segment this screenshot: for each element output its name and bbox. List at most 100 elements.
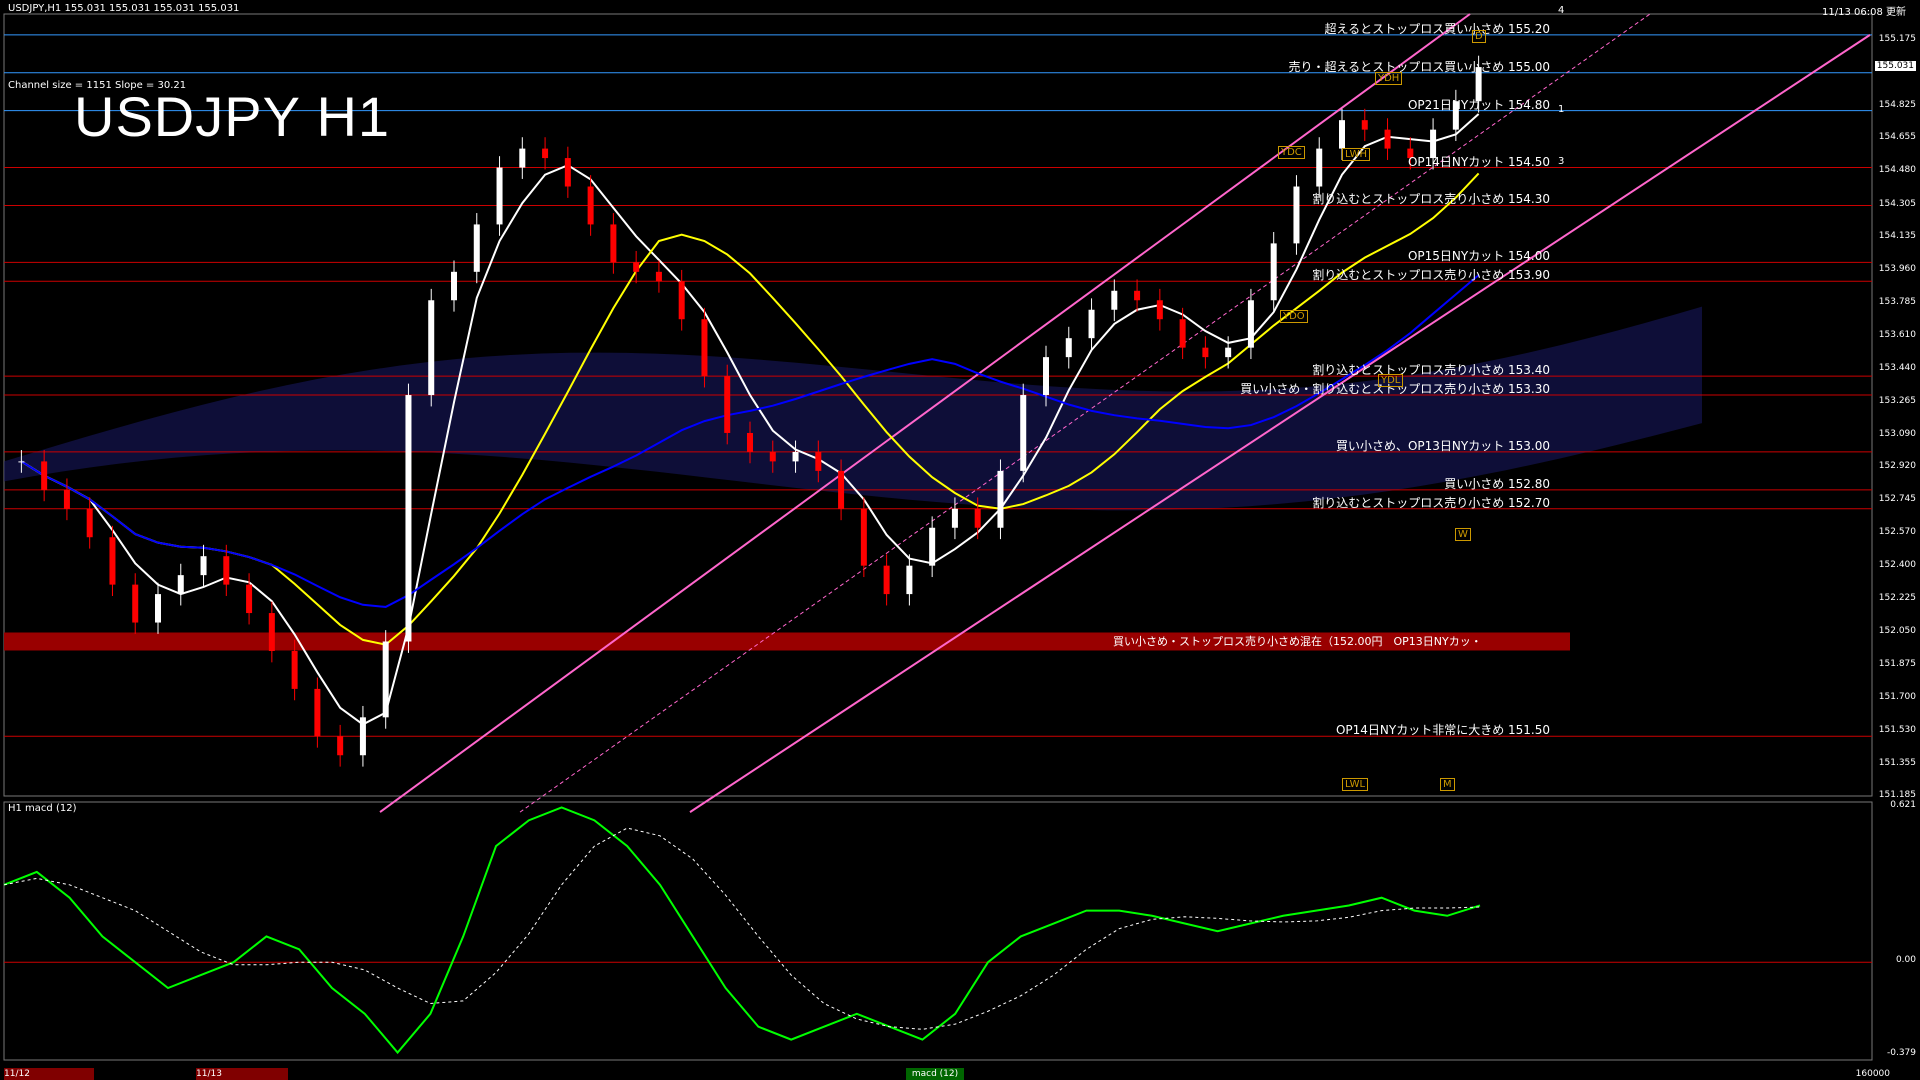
macd-axis-zero: 0.00 — [1895, 955, 1916, 965]
candle-body — [1339, 120, 1345, 149]
marker-w: W — [1455, 528, 1471, 541]
date-tab-1113[interactable]: 11/13 — [196, 1068, 288, 1080]
price-axis-tick: 153.090 — [1878, 428, 1916, 439]
price-axis-tick: 153.785 — [1878, 297, 1916, 308]
chart-title: USDJPY H1 — [74, 85, 391, 148]
candle-body — [1156, 300, 1163, 320]
chart-frame — [3, 13, 1873, 1061]
candle-body — [1179, 319, 1186, 348]
band-label: 買い小さめ・ストップロス売り小さめ混在（152.00円 OP13日NYカッ・ — [1113, 635, 1482, 649]
candle-body — [1247, 300, 1254, 348]
candle-body — [701, 319, 708, 377]
price-axis-tick: 154.305 — [1878, 198, 1916, 209]
level-label: 買い小さめ 152.80 — [1444, 476, 1550, 491]
price-axis-tick: 154.655 — [1878, 132, 1916, 143]
candle-body — [1043, 357, 1049, 396]
price-axis-tick: 151.875 — [1878, 659, 1916, 670]
candle-body — [860, 508, 867, 566]
candle-body — [1270, 243, 1277, 301]
candle-body — [63, 489, 70, 509]
level-label: OP14日NYカット 154.50 — [1407, 154, 1550, 169]
macd-label: H1 macd (12) — [8, 803, 77, 814]
marker-d: D — [1472, 30, 1486, 43]
candle-body — [633, 262, 640, 272]
price-axis-tick: 155.031 — [1874, 60, 1916, 71]
price-axis-tick: 153.960 — [1878, 263, 1916, 274]
price-axis-tick: 154.135 — [1878, 230, 1916, 241]
candle-body — [974, 508, 981, 528]
candle-body — [1088, 309, 1095, 339]
candle-body — [724, 376, 731, 433]
marker-ydl: YDL — [1378, 374, 1404, 387]
price-axis-tick: 152.225 — [1878, 592, 1916, 603]
candle-body — [906, 565, 913, 595]
candle-body — [1111, 290, 1118, 310]
level-label: 割り込むとストップロス売り小さめ 152.70 — [1312, 495, 1550, 510]
level-label: OP14日NYカット非常に大きめ 151.50 — [1335, 723, 1550, 738]
candle-body — [155, 594, 161, 623]
candle-body — [997, 470, 1004, 528]
candle-body — [838, 470, 845, 509]
candle-body — [314, 688, 321, 737]
candle-body — [132, 584, 139, 623]
candle-body — [246, 584, 253, 614]
price-axis-tick: 151.700 — [1878, 692, 1916, 703]
candle-body — [1293, 186, 1300, 244]
candle-body — [200, 556, 207, 576]
price-axis-tick: 153.610 — [1878, 330, 1916, 341]
candle-body — [177, 575, 184, 595]
macd-tab[interactable]: macd (12) — [906, 1068, 964, 1080]
candle-body — [1202, 347, 1209, 358]
candle-body — [678, 281, 685, 320]
macd-axis-top: 0.621 — [1890, 800, 1916, 810]
level-label: OP21日NYカット 154.80 — [1407, 97, 1550, 112]
price-axis-tick: 151.530 — [1878, 724, 1916, 735]
candle-body — [382, 641, 389, 718]
candle-body — [519, 148, 526, 168]
candle-body — [610, 224, 617, 263]
marker-ydo: YDO — [1280, 310, 1308, 323]
candle-body — [1384, 129, 1391, 149]
candle-body — [1065, 338, 1072, 358]
price-chart — [3, 13, 1873, 1061]
macd-panel — [3, 806, 1872, 1055]
candle-body — [359, 717, 366, 756]
price-axis-tick: 152.570 — [1878, 527, 1916, 538]
candle-body — [337, 736, 344, 756]
candle-body — [268, 613, 275, 651]
candle-body — [1134, 290, 1141, 301]
price-axis-tick: 155.175 — [1878, 33, 1916, 44]
volume-label: 160000 — [1855, 1069, 1890, 1079]
macd-axis-bottom: -0.379 — [1886, 1048, 1916, 1058]
marker-ydc: YDC — [1278, 146, 1305, 159]
price-axis-tick: 152.050 — [1878, 626, 1916, 637]
candle-body — [1361, 120, 1368, 130]
level-label: 割り込むとストップロス売り小さめ 153.90 — [1312, 268, 1550, 283]
candle-body — [473, 224, 480, 272]
price-axis-tick: 153.265 — [1878, 395, 1916, 406]
level-label: 超えるとストップロス買い小さめ 155.20 — [1324, 21, 1550, 36]
candle-body — [883, 565, 890, 595]
candle-body — [405, 395, 412, 642]
marker-m: M — [1440, 778, 1455, 791]
price-axis-tick: 152.400 — [1878, 559, 1916, 570]
candle-body — [223, 556, 230, 585]
candle-body — [929, 527, 936, 566]
candle-body — [815, 451, 822, 471]
candle-body — [792, 451, 799, 462]
candle-body — [109, 537, 116, 585]
candle-body — [428, 300, 435, 396]
candle-body — [18, 461, 25, 463]
candle-body — [451, 271, 457, 301]
macd-signal-line — [3, 827, 1481, 1030]
price-axis-tick: 152.745 — [1878, 494, 1916, 505]
price-axis-tick: 154.480 — [1878, 165, 1916, 176]
candle-body — [951, 508, 958, 528]
price-axis-tick: 153.440 — [1878, 362, 1916, 373]
candle-body — [655, 271, 662, 282]
channel-label: 3 — [1558, 156, 1565, 167]
date-tab-1112[interactable]: 11/12 — [4, 1068, 94, 1080]
macd-main-line — [3, 806, 1481, 1055]
level-label: 割り込むとストップロス売り小さめ 154.30 — [1312, 192, 1550, 207]
level-label: 割り込むとストップロス売り小さめ 153.40 — [1312, 363, 1550, 378]
